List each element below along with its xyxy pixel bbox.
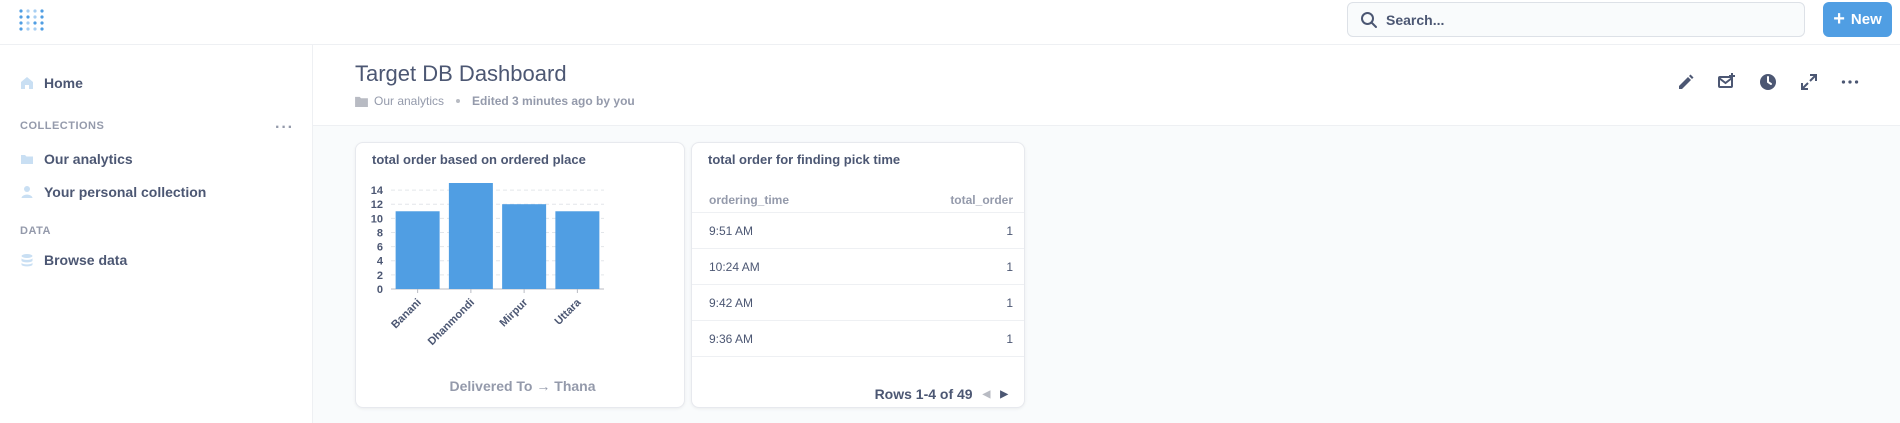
search-input[interactable] bbox=[1386, 3, 1786, 36]
person-icon bbox=[21, 186, 33, 198]
cell-total-order: 1 bbox=[1006, 260, 1013, 274]
edit-icon[interactable] bbox=[1677, 73, 1695, 91]
last-edited-info[interactable]: Edited 3 minutes ago by you bbox=[472, 94, 635, 108]
dashboard-title[interactable]: Target DB Dashboard bbox=[355, 61, 567, 87]
cell-total-order: 1 bbox=[1006, 332, 1013, 346]
card-title[interactable]: total order for finding pick time bbox=[708, 152, 900, 167]
y-tick-label: 12 bbox=[371, 199, 383, 211]
sidebar-item-label: Browse data bbox=[44, 252, 128, 268]
table-card[interactable]: total order for finding pick time orderi… bbox=[691, 142, 1025, 408]
x-axis-title: Delivered To → Thana bbox=[450, 378, 596, 394]
y-tick-label: 6 bbox=[377, 242, 383, 254]
column-header-ordering-time[interactable]: ordering_time bbox=[709, 193, 789, 207]
previous-page-icon[interactable]: ◀ bbox=[983, 389, 991, 400]
table-row[interactable]: 9:42 AM 1 bbox=[692, 285, 1024, 321]
cell-ordering-time: 9:51 AM bbox=[709, 224, 754, 238]
bar[interactable] bbox=[448, 183, 493, 289]
dashboard-actions bbox=[1677, 73, 1859, 91]
cell-total-order: 1 bbox=[1006, 224, 1013, 238]
collections-heading: COLLECTIONS bbox=[20, 120, 105, 132]
home-icon bbox=[21, 77, 33, 89]
data-heading: DATA bbox=[20, 225, 51, 237]
y-tick-label: 8 bbox=[377, 227, 383, 239]
new-button-label: New bbox=[1850, 11, 1882, 28]
bar-chart: 0 2 4 6 8 10 12 14 Banani Dhanmondi Mirpur Uttara De… bbox=[371, 183, 604, 394]
subscribe-icon[interactable] bbox=[1718, 73, 1736, 91]
sidebar-item-label: Your personal collection bbox=[44, 184, 207, 200]
sidebar-item-label: Home bbox=[44, 75, 83, 91]
x-tick-label: Uttara bbox=[553, 296, 585, 328]
metabase-logo-icon[interactable] bbox=[19, 9, 47, 31]
fullscreen-icon[interactable] bbox=[1800, 73, 1818, 91]
x-tick-label: Banani bbox=[389, 297, 423, 331]
bar[interactable] bbox=[555, 211, 600, 289]
x-tick-label: Dhanmondi bbox=[426, 297, 477, 348]
sidebar-item-personal-collection[interactable]: Your personal collection bbox=[20, 184, 206, 200]
cell-ordering-time: 9:36 AM bbox=[709, 332, 754, 346]
sidebar-item-browse-data[interactable]: Browse data bbox=[20, 252, 127, 268]
dashboard-header: Target DB Dashboard Our analytics Edited… bbox=[313, 45, 1900, 126]
cell-ordering-time: 9:42 AM bbox=[709, 296, 754, 310]
search-icon bbox=[1361, 12, 1377, 28]
search-box[interactable] bbox=[1347, 2, 1805, 37]
y-tick-label: 2 bbox=[377, 270, 383, 282]
database-icon bbox=[21, 254, 33, 267]
plus-icon: + bbox=[1833, 7, 1845, 30]
collection-breadcrumb[interactable]: Our analytics bbox=[374, 94, 444, 108]
table-row[interactable]: 9:36 AM 1 bbox=[692, 321, 1024, 357]
more-icon[interactable] bbox=[1841, 73, 1859, 91]
sidebar-item-our-analytics[interactable]: Our analytics bbox=[20, 151, 133, 167]
y-tick-label: 10 bbox=[371, 213, 383, 225]
y-tick-label: 0 bbox=[377, 284, 383, 296]
dashboard-meta: Our analytics Edited 3 minutes ago by yo… bbox=[355, 94, 635, 108]
y-tick-label: 4 bbox=[377, 256, 384, 268]
pagination: Rows 1-4 of 49 ◀ ▶ bbox=[875, 386, 1008, 402]
bar[interactable] bbox=[395, 211, 440, 289]
next-page-icon[interactable]: ▶ bbox=[1000, 389, 1008, 400]
table-row[interactable]: 9:51 AM 1 bbox=[692, 213, 1024, 249]
sidebar-item-home[interactable]: Home bbox=[20, 75, 83, 91]
separator-dot bbox=[456, 99, 461, 103]
column-header-total-order[interactable]: total_order bbox=[950, 193, 1013, 207]
x-tick-label: Mirpur bbox=[498, 296, 531, 329]
y-tick-label: 14 bbox=[371, 185, 384, 197]
cell-total-order: 1 bbox=[1006, 296, 1013, 310]
sidebar-item-label: Our analytics bbox=[44, 151, 133, 167]
sidebar: Home COLLECTIONS ··· Our analytics Your … bbox=[0, 45, 313, 423]
dashboard-grid: total order based on ordered place 02468… bbox=[313, 126, 1900, 423]
folder-icon bbox=[21, 155, 33, 164]
folder-icon bbox=[355, 96, 368, 107]
new-button[interactable]: + New bbox=[1823, 2, 1892, 37]
row-count-label: Rows 1-4 of 49 bbox=[874, 386, 973, 402]
bar[interactable] bbox=[502, 204, 547, 289]
table-row[interactable]: 10:24 AM 1 bbox=[692, 249, 1024, 285]
bar-chart-card[interactable]: total order based on ordered place 02468… bbox=[355, 142, 685, 408]
cell-ordering-time: 10:24 AM bbox=[709, 260, 760, 274]
history-icon[interactable] bbox=[1759, 73, 1777, 91]
collections-menu-icon[interactable]: ··· bbox=[275, 119, 294, 137]
top-navbar: + New bbox=[0, 0, 1900, 45]
